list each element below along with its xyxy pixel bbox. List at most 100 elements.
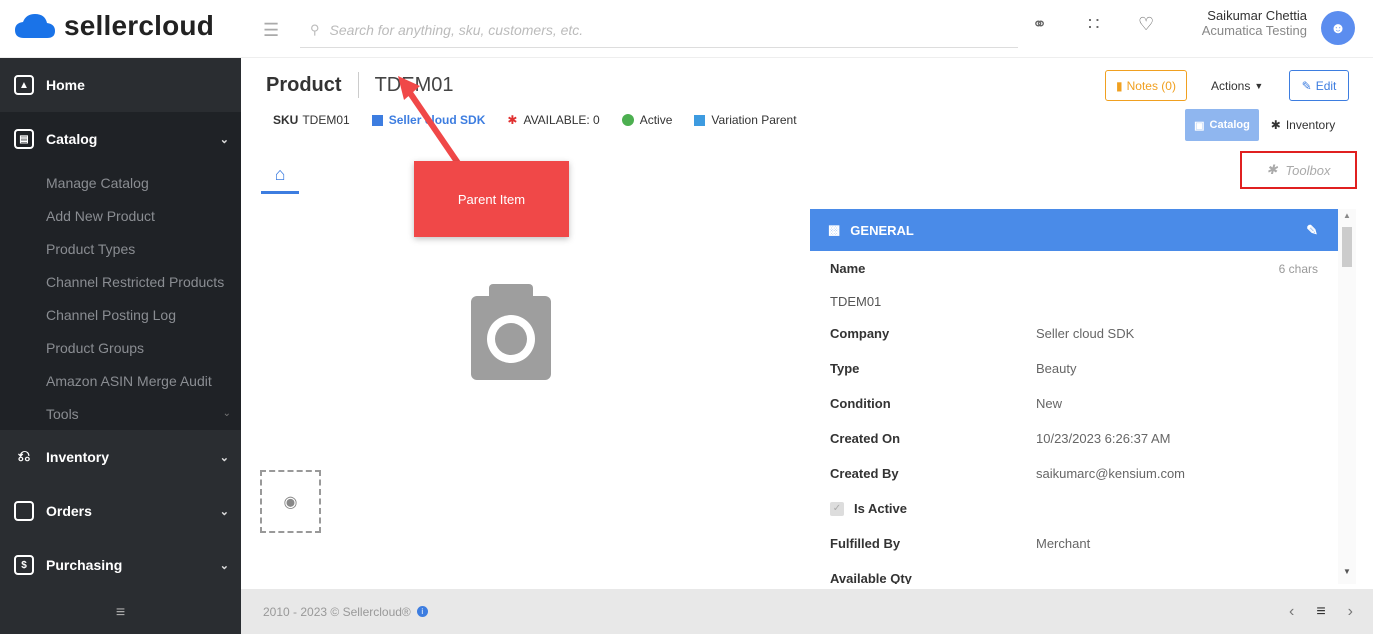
scroll-thumb[interactable] [1342,227,1352,267]
prev-icon[interactable]: ‹ [1289,603,1294,621]
tab-inventory-label: Inventory [1285,118,1336,132]
field-value: Seller cloud SDK [1036,326,1135,341]
catalog-tab-icon: ▣ [1194,119,1205,132]
chevron-down-icon: ⌄ [219,505,229,518]
user-name: Saikumar Chettia [1207,8,1307,23]
camera-icon: ◉ [283,493,298,511]
lock-icon: ▩ [828,222,841,237]
user-org: Acumatica Testing [1201,23,1307,38]
pencil-icon[interactable]: ✎ [1306,222,1318,239]
info-icon[interactable]: i [416,606,428,617]
sidebar-item-orders[interactable]: Orders ⌄ [0,484,241,538]
general-panel-title: GENERAL [850,222,914,238]
list-icon[interactable]: ≡ [1316,603,1325,621]
dollar-icon: $ [14,555,34,575]
field-label: Created On [830,431,901,446]
home-icon: ▲ [14,75,34,95]
field-row-is-active: ✓ Is Active [810,491,1338,526]
sidebar-subitem-label: Tools [46,405,79,422]
meta-variation[interactable]: Variation Parent [694,113,797,127]
search-icon: ⚲ [310,21,320,37]
field-row-condition: Condition New [810,386,1338,421]
general-panel-header: ▩ GENERAL ✎ [810,209,1338,251]
tab-catalog[interactable]: ▣ Catalog [1185,109,1259,141]
camera-icon [471,284,551,380]
user-info[interactable]: Saikumar Chettia Acumatica Testing [1202,8,1307,38]
sidebar-subitem-tools[interactable]: Tools ⌄ [0,397,241,430]
app-logo[interactable]: sellercloud [14,10,214,42]
field-label: Fulfilled By [830,536,901,551]
footer-copyright: 2010 - 2023 © Sellercloud® [263,604,411,619]
next-icon[interactable]: › [1348,603,1353,621]
app-name: sellercloud [64,10,215,41]
sidebar-subitem-product-groups[interactable]: Product Groups [0,331,241,364]
meta-sku-value: TDEM01 [302,113,350,127]
is-active-checkbox[interactable]: ✓ [830,501,844,516]
sidebar-item-label: Catalog [46,131,98,147]
sidebar-subitem-channel-restricted[interactable]: Channel Restricted Products [0,265,241,298]
meta-available-text: AVAILABLE: 0 [523,113,600,127]
apps-grid-icon[interactable]: ∷ [1088,14,1099,35]
meta-sku-label: SKU [273,113,299,127]
meta-variation-text: Variation Parent [711,113,797,127]
sidebar-subitem-manage-catalog[interactable]: Manage Catalog [0,166,241,199]
note-icon: ▮ [1116,78,1123,93]
field-value: Beauty [1036,361,1077,376]
actions-dropdown[interactable]: Actions ▼ [1211,70,1263,101]
sidebar-item-inventory[interactable]: ⎌ Inventory ⌄ [0,430,241,484]
cloud-icon [15,14,55,38]
field-label: Created By [830,466,899,481]
toolbox-button[interactable]: ✱ Toolbox [1240,151,1357,189]
scroll-up-icon[interactable]: ▲ [1343,211,1351,220]
toolbox-icon: ✱ [1266,162,1278,177]
notes-button[interactable]: ▮ Notes (0) [1105,70,1187,101]
sidebar-item-purchasing[interactable]: $ Purchasing ⌄ [0,538,241,592]
menu-icon[interactable]: ☰ [263,20,279,41]
edit-button[interactable]: ✎ Edit [1289,70,1349,101]
inventory-flag-icon: ✱ [507,113,518,127]
headset-icon[interactable]: ⚭ [1032,14,1047,35]
avatar[interactable]: ☻ [1321,11,1355,45]
field-value: New [1036,396,1063,411]
top-bar: sellercloud ☰ ⚲ ⚭ ∷ ♡ Saikumar Chettia A… [0,0,1373,58]
scroll-down-icon[interactable]: ▼ [1343,567,1351,576]
sidebar-subitem-channel-posting-log[interactable]: Channel Posting Log [0,298,241,331]
field-row-name: Name 6 chars [810,251,1338,286]
add-image-button[interactable]: ◉ [260,470,321,533]
field-row-created-by: Created By saikumarc@kensium.com [810,456,1338,491]
field-value: 10/23/2023 6:26:37 AM [1036,431,1171,446]
meta-available: ✱ AVAILABLE: 0 [507,113,599,127]
sidebar-item-label: Home [46,77,85,93]
sidebar-subitem-asin-merge-audit[interactable]: Amazon ASIN Merge Audit [0,364,241,397]
field-label: Type [830,361,860,376]
sidebar-item-home[interactable]: ▲ Home [0,58,241,112]
field-value: Merchant [1036,536,1091,551]
tab-home[interactable]: ⌂ [261,158,299,194]
bell-icon[interactable]: ♡ [1138,14,1154,35]
tab-catalog-label: Catalog [1209,119,1250,131]
footer: 2010 - 2023 © Sellercloud® i ‹ ≡ › [241,589,1373,634]
sidebar-item-catalog[interactable]: ▤ Catalog ⌄ [0,112,241,166]
field-label: Available Qty [830,571,912,584]
tab-inventory[interactable]: ✱ Inventory [1263,109,1343,141]
sidebar-subitem-add-new-product[interactable]: Add New Product [0,199,241,232]
panel-scrollbar[interactable]: ▲ ▼ [1338,209,1356,584]
inventory-icon: ⎌ [17,448,31,465]
caret-down-icon: ▼ [1254,80,1264,91]
search-bar[interactable]: ⚲ [300,12,1018,48]
title-divider [357,72,359,98]
sidebar: ▲ Home ▤ Catalog ⌄ Manage Catalog Add Ne… [0,58,241,634]
sidebar-subitem-product-types[interactable]: Product Types [0,232,241,265]
variation-icon [694,114,706,126]
chevron-down-icon: ⌄ [219,559,229,572]
sidebar-collapse-icon[interactable]: ≡ [0,592,241,634]
field-row-available-qty: Available Qty [810,561,1338,584]
field-row-type: Type Beauty [810,351,1338,386]
field-label: Is Active [854,501,907,516]
sidebar-item-label: Orders [46,503,92,519]
search-input[interactable] [329,21,970,38]
field-label: Name [830,261,866,276]
shopping-bag-icon [14,501,34,521]
sidebar-item-label: Inventory [46,449,110,465]
company-icon [371,114,383,126]
